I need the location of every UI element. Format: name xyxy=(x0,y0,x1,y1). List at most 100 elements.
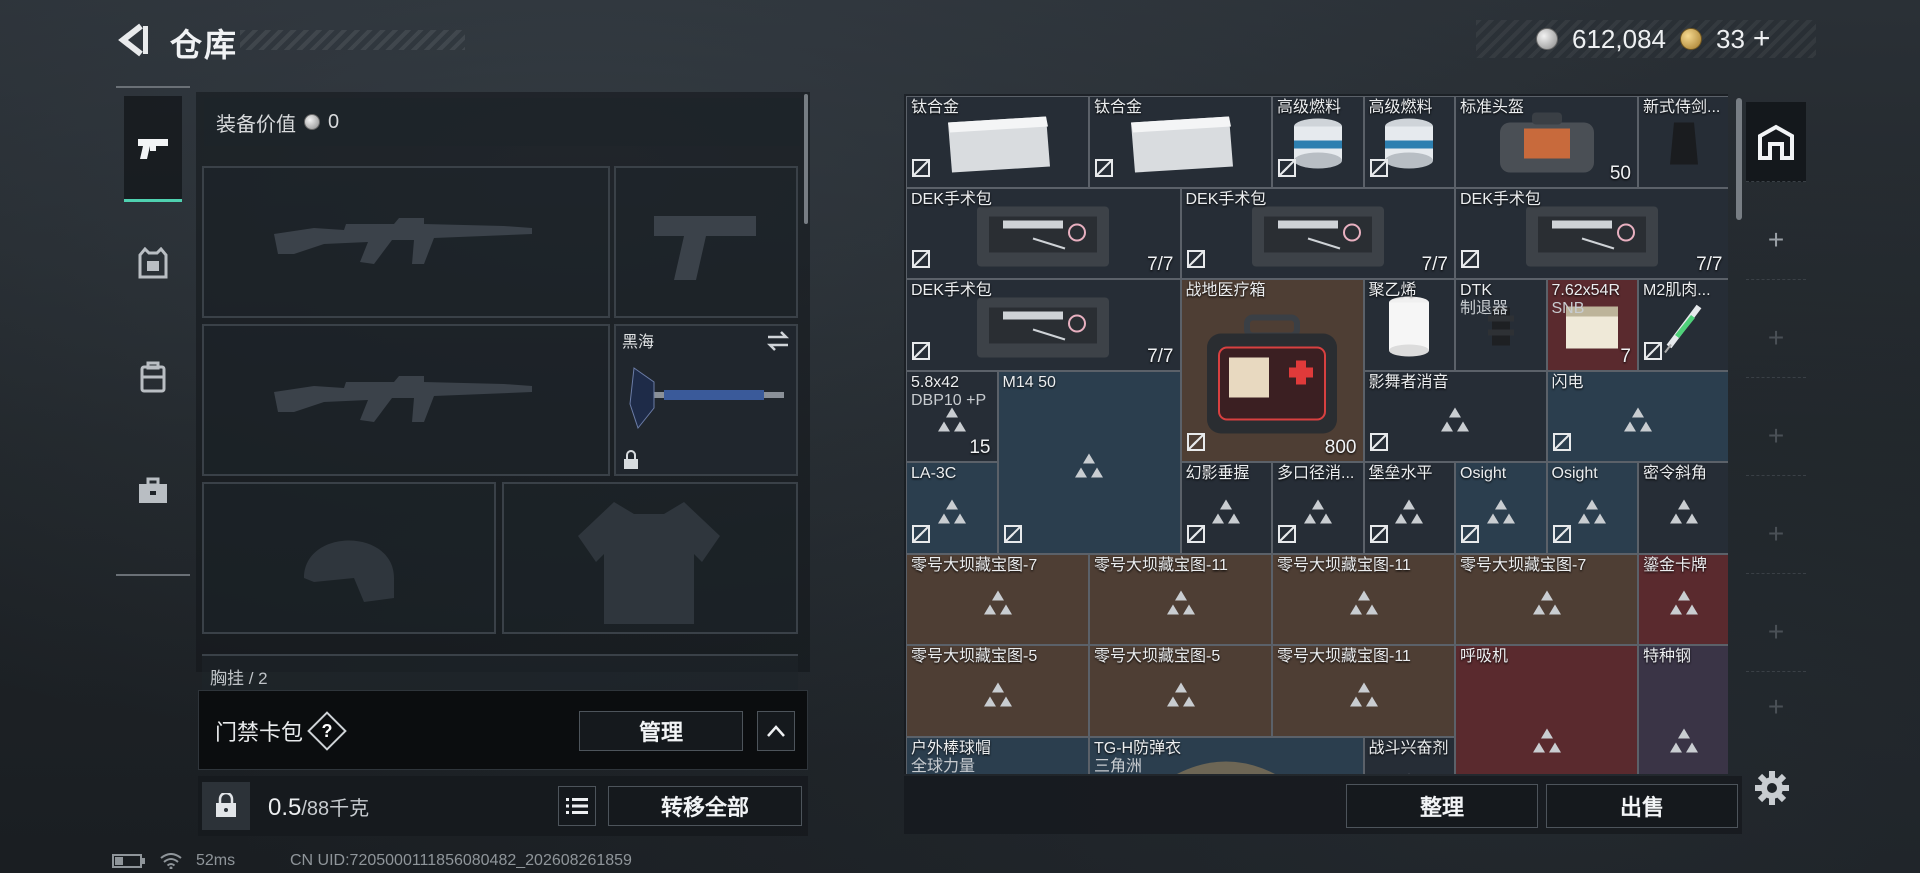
grid-item[interactable]: 战地医疗箱 800 xyxy=(1180,279,1364,462)
grid-item[interactable]: 聚乙烯 xyxy=(1363,279,1455,371)
grid-item[interactable]: 特种钢 xyxy=(1638,645,1728,774)
list-view-button[interactable] xyxy=(558,786,596,826)
no-trade-icon xyxy=(1277,524,1297,549)
item-image xyxy=(1492,107,1602,186)
equipment-scrollbar[interactable] xyxy=(804,94,808,224)
plus-icon: + xyxy=(1767,419,1785,451)
grid-item[interactable]: 零号大坝藏宝图-5 xyxy=(906,645,1089,737)
placeholder-triangle-icon xyxy=(1347,680,1381,715)
silver-amount: 612,084 xyxy=(1572,23,1666,54)
grid-item[interactable]: 钛合金 xyxy=(906,96,1089,188)
weight-capacity: /88千克 xyxy=(301,798,370,820)
grid-item[interactable]: 5.8x42 DBP10 +P 15 xyxy=(906,370,998,462)
melee-slot[interactable]: 黑海 xyxy=(614,324,798,476)
no-trade-icon xyxy=(911,249,931,274)
sort-button[interactable]: 整理 xyxy=(1346,784,1538,828)
collapse-button[interactable] xyxy=(757,711,795,751)
tab-main-warehouse[interactable] xyxy=(1746,102,1806,182)
grid-item[interactable]: TG-H防弹衣 三角洲 xyxy=(1089,736,1364,774)
tab-add-6[interactable]: + xyxy=(1746,672,1806,742)
grid-item[interactable]: 呼吸机 xyxy=(1455,645,1638,774)
tab-add-1[interactable]: + xyxy=(1746,200,1806,280)
item-name: 闪电 xyxy=(1551,373,1584,391)
keycard-label-text: 门禁卡包 xyxy=(215,720,304,745)
grid-scrollbar[interactable] xyxy=(1736,98,1742,220)
chest-rig-row[interactable]: 胸挂 / 2 xyxy=(202,654,798,694)
no-trade-icon xyxy=(1369,524,1389,549)
helmet-slot[interactable] xyxy=(202,482,496,634)
tab-add-5[interactable]: + xyxy=(1746,592,1806,672)
secondary-weapon-slot[interactable] xyxy=(202,324,610,476)
grid-item[interactable]: 高级燃料 xyxy=(1363,96,1455,188)
sell-button[interactable]: 出售 xyxy=(1546,784,1738,828)
grid-item[interactable]: 零号大坝藏宝图-11 xyxy=(1272,645,1455,737)
grid-item[interactable]: 影舞者消音 xyxy=(1363,370,1547,462)
backpack-lock-button[interactable] xyxy=(202,782,250,830)
add-currency-button[interactable]: + xyxy=(1753,22,1771,56)
grid-item[interactable]: LA-3C xyxy=(906,462,998,554)
grid-item[interactable]: DEK手术包 7/7 xyxy=(906,279,1181,371)
category-weapons[interactable] xyxy=(124,96,182,202)
grid-item[interactable]: 战斗兴奋剂 xyxy=(1363,736,1455,774)
grid-item[interactable]: 多口径消... xyxy=(1272,462,1364,554)
grid-item[interactable]: 零号大坝藏宝图-11 xyxy=(1089,553,1272,645)
help-mark: ? xyxy=(321,720,333,741)
grid-item[interactable]: 户外棒球帽 全球力量 xyxy=(906,736,1089,774)
grid-item[interactable]: 密令斜角 xyxy=(1638,462,1728,554)
rifle-silhouette-icon xyxy=(274,376,532,422)
grid-item[interactable]: 钛合金 xyxy=(1089,96,1272,188)
grid-item[interactable]: 闪电 xyxy=(1546,370,1728,462)
grid-item[interactable]: Osight xyxy=(1455,462,1547,554)
no-trade-icon xyxy=(1186,432,1206,457)
grid-item[interactable]: DEK手术包 7/7 xyxy=(906,187,1181,279)
grid-item[interactable]: 堡垒水平 xyxy=(1363,462,1455,554)
grid-item[interactable]: 新式侍剑... xyxy=(1638,96,1728,188)
placeholder-triangle-icon xyxy=(1667,726,1701,761)
helmet-silhouette-icon xyxy=(304,540,394,602)
armor-slot[interactable] xyxy=(502,482,798,634)
grid-item[interactable]: 鎏金卡牌 xyxy=(1638,553,1728,645)
back-button[interactable] xyxy=(112,18,156,62)
grid-item[interactable]: 零号大坝藏宝图-7 xyxy=(1455,553,1638,645)
item-name: 零号大坝藏宝图-11 xyxy=(1277,648,1411,665)
item-image xyxy=(1664,119,1704,174)
settings-button[interactable] xyxy=(1754,770,1790,811)
grid-item[interactable]: 高级燃料 xyxy=(1272,96,1364,188)
grid-item[interactable]: M14 50 xyxy=(997,370,1181,554)
item-name: Osight xyxy=(1551,465,1598,482)
armor-vest-icon xyxy=(138,247,168,279)
tab-add-4[interactable]: + xyxy=(1746,494,1806,574)
grid-item[interactable]: Osight xyxy=(1546,462,1638,554)
item-image xyxy=(1659,297,1709,362)
category-case[interactable] xyxy=(124,438,182,544)
grid-item[interactable]: 标准头盔 50 xyxy=(1455,96,1638,188)
grid-item[interactable]: 零号大坝藏宝图-5 xyxy=(1089,645,1272,737)
help-icon[interactable]: ? xyxy=(307,711,347,751)
item-name: TG-H防弹衣 xyxy=(1094,739,1182,757)
category-armor[interactable] xyxy=(124,210,182,316)
pistol-slot[interactable] xyxy=(614,166,798,318)
manage-button[interactable]: 管理 xyxy=(579,711,743,751)
item-name: Osight xyxy=(1460,465,1507,482)
warehouse-tabs: + + + + + + xyxy=(1746,102,1806,752)
category-backpack[interactable] xyxy=(124,324,182,430)
grid-item[interactable]: 零号大坝藏宝图-7 xyxy=(906,553,1089,645)
grid-item[interactable]: 幻影垂握 xyxy=(1180,462,1272,554)
no-trade-icon xyxy=(1003,524,1023,549)
tab-add-2[interactable]: + xyxy=(1746,298,1806,378)
pistol-silhouette-icon xyxy=(654,216,756,280)
grid-item[interactable]: DEK手术包 7/7 xyxy=(1180,187,1455,279)
grid-item[interactable]: DEK手术包 7/7 xyxy=(1455,187,1728,279)
uid-text: CN UID:7205000111856080482_202608261859 xyxy=(290,852,632,869)
grid-item[interactable]: DTK 制退器 xyxy=(1455,279,1547,371)
grid-item[interactable]: 7.62x54R SNB 7 xyxy=(1546,279,1638,371)
swap-icon[interactable] xyxy=(766,330,790,352)
lock-icon xyxy=(624,450,638,469)
tab-add-3[interactable]: + xyxy=(1746,396,1806,476)
grid-item[interactable]: 零号大坝藏宝图-11 xyxy=(1272,553,1455,645)
item-name: 堡垒水平 xyxy=(1368,465,1433,482)
primary-weapon-slot[interactable] xyxy=(202,166,610,318)
transfer-all-button[interactable]: 转移全部 xyxy=(608,786,802,826)
grid-item[interactable]: M2肌肉... xyxy=(1638,279,1728,371)
keycard-bar: 门禁卡包 ? 管理 xyxy=(198,690,808,770)
